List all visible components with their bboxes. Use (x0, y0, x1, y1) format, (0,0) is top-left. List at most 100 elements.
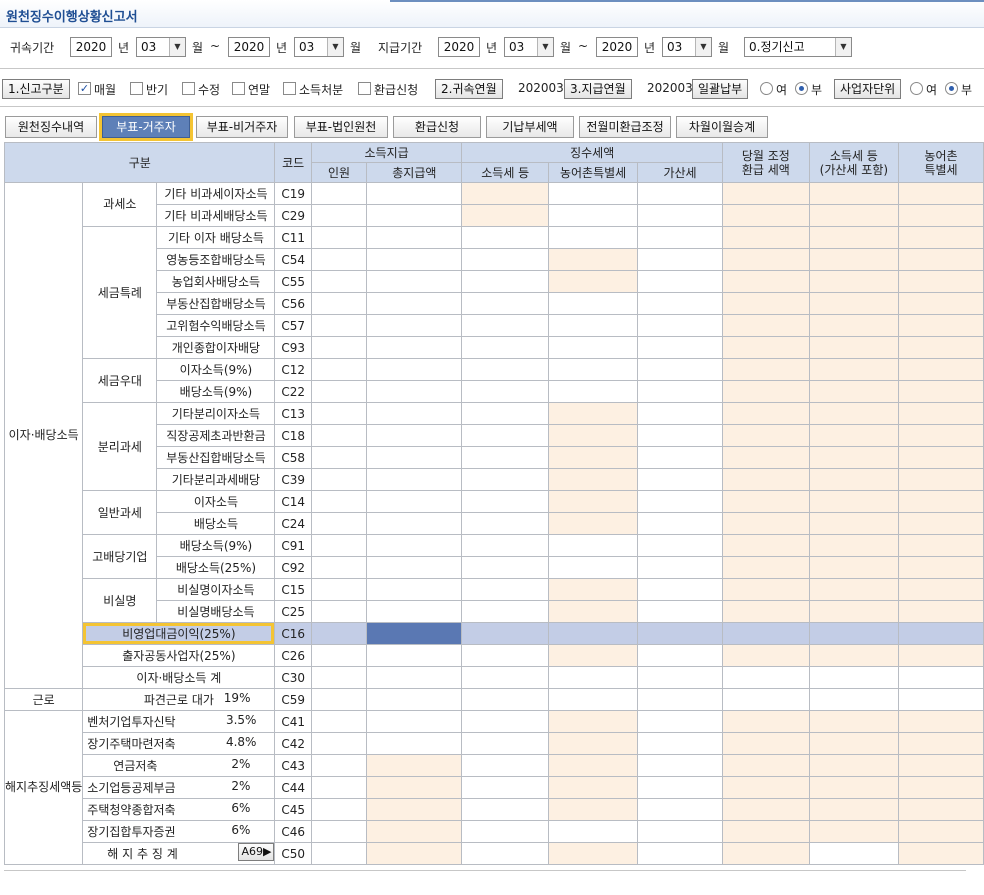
rural-tax-cell[interactable] (548, 600, 639, 623)
adjust-refund-cell[interactable] (722, 314, 810, 337)
adjust-refund-cell[interactable] (722, 622, 810, 645)
paid-tax-cell[interactable] (808, 402, 899, 425)
adjust-refund-cell[interactable] (722, 798, 810, 821)
amend-checkbox[interactable] (182, 82, 195, 95)
persons-cell[interactable] (310, 402, 368, 425)
pay-ym-button[interactable]: 3.지급연월 (564, 79, 632, 99)
rural-tax-cell[interactable] (548, 204, 639, 227)
rural-paid-cell[interactable] (897, 358, 984, 381)
paid-tax-cell[interactable] (808, 578, 899, 601)
rural-paid-cell[interactable] (897, 468, 984, 491)
total-pay-cell[interactable] (366, 292, 463, 315)
penalty-tax-cell[interactable] (637, 182, 723, 205)
total-pay-cell[interactable] (366, 402, 463, 425)
paid-tax-cell[interactable] (808, 248, 899, 271)
tab-prev-month-refund[interactable]: 전월미환급조정 (579, 116, 671, 138)
income-disposal-checkbox[interactable] (283, 82, 296, 95)
persons-cell[interactable] (310, 776, 368, 799)
total-pay-cell[interactable] (366, 512, 463, 535)
persons-cell[interactable] (310, 556, 368, 579)
total-pay-cell[interactable] (366, 336, 463, 359)
income-tax-cell[interactable] (461, 490, 550, 513)
adjust-refund-cell[interactable] (722, 380, 810, 403)
adjust-refund-cell[interactable] (722, 644, 810, 667)
rural-tax-cell[interactable] (548, 798, 639, 821)
lump-payment-button[interactable]: 일괄납부 (692, 79, 749, 99)
paid-tax-cell[interactable] (808, 556, 899, 579)
persons-cell[interactable] (310, 644, 368, 667)
total-pay-cell[interactable] (366, 688, 463, 711)
total-pay-cell[interactable] (366, 622, 463, 645)
total-pay-cell[interactable] (366, 226, 463, 249)
paid-tax-cell[interactable] (808, 446, 899, 469)
paid-tax-cell[interactable] (808, 776, 899, 799)
rural-paid-cell[interactable] (897, 512, 984, 535)
paid-tax-cell[interactable] (808, 336, 899, 359)
income-tax-cell[interactable] (461, 732, 550, 755)
lump-yes-radio[interactable] (760, 82, 773, 95)
paid-tax-cell[interactable] (808, 512, 899, 535)
persons-cell[interactable] (310, 688, 368, 711)
rural-paid-cell[interactable] (897, 776, 984, 799)
lump-no-radio[interactable] (795, 82, 808, 95)
rural-paid-cell[interactable] (897, 490, 984, 513)
total-pay-cell[interactable] (366, 446, 463, 469)
total-pay-cell[interactable] (366, 468, 463, 491)
persons-cell[interactable] (310, 512, 368, 535)
chevron-down-icon[interactable]: ▼ (537, 38, 553, 56)
total-pay-cell[interactable] (366, 182, 463, 205)
persons-cell[interactable] (310, 182, 368, 205)
penalty-tax-cell[interactable] (637, 776, 723, 799)
persons-cell[interactable] (310, 270, 368, 293)
persons-cell[interactable] (310, 578, 368, 601)
rural-paid-cell[interactable] (897, 754, 984, 777)
income-tax-cell[interactable] (461, 754, 550, 777)
rural-tax-cell[interactable] (548, 776, 639, 799)
paid-tax-cell[interactable] (808, 226, 899, 249)
total-pay-cell[interactable] (366, 776, 463, 799)
penalty-tax-cell[interactable] (637, 600, 723, 623)
rural-tax-cell[interactable] (548, 446, 639, 469)
paid-tax-cell[interactable] (808, 732, 899, 755)
income-tax-cell[interactable] (461, 270, 550, 293)
penalty-tax-cell[interactable] (637, 820, 723, 843)
persons-cell[interactable] (310, 292, 368, 315)
adjust-refund-cell[interactable] (722, 182, 810, 205)
persons-cell[interactable] (310, 820, 368, 843)
rural-tax-cell[interactable] (548, 512, 639, 535)
rural-paid-cell[interactable] (897, 446, 984, 469)
income-tax-cell[interactable] (461, 446, 550, 469)
chevron-down-icon[interactable]: ▼ (835, 38, 851, 56)
rural-paid-cell[interactable] (897, 578, 984, 601)
attr-to-year-input[interactable]: 2020 (228, 37, 270, 57)
rural-tax-cell[interactable] (548, 754, 639, 777)
rural-paid-cell[interactable] (897, 622, 984, 645)
persons-cell[interactable] (310, 204, 368, 227)
rural-paid-cell[interactable] (897, 820, 984, 843)
paid-tax-cell[interactable] (808, 820, 899, 843)
penalty-tax-cell[interactable] (637, 688, 723, 711)
penalty-tax-cell[interactable] (637, 270, 723, 293)
report-type-select[interactable]: 0.정기신고 ▼ (744, 37, 852, 57)
total-pay-cell[interactable] (366, 380, 463, 403)
total-pay-cell[interactable] (366, 732, 463, 755)
total-pay-cell[interactable] (366, 754, 463, 777)
penalty-tax-cell[interactable] (637, 644, 723, 667)
adjust-refund-cell[interactable] (722, 468, 810, 491)
refund-apply-checkbox[interactable] (358, 82, 371, 95)
chevron-down-icon[interactable]: ▼ (327, 38, 343, 56)
attr-from-year-input[interactable]: 2020 (70, 37, 112, 57)
income-tax-cell[interactable] (461, 688, 550, 711)
rural-tax-cell[interactable] (548, 820, 639, 843)
rural-paid-cell[interactable] (897, 336, 984, 359)
tab-corporate-schedule[interactable]: 부표-법인원천 (294, 116, 388, 138)
rural-paid-cell[interactable] (897, 688, 984, 711)
monthly-checkbox[interactable]: ✓ (78, 82, 91, 95)
tab-withholding-details[interactable]: 원천징수내역 (5, 116, 97, 138)
rural-paid-cell[interactable] (897, 424, 984, 447)
tab-resident-schedule[interactable]: 부표-거주자 (102, 116, 190, 138)
rural-tax-cell[interactable] (548, 732, 639, 755)
income-tax-cell[interactable] (461, 204, 550, 227)
paid-tax-cell[interactable] (808, 490, 899, 513)
persons-cell[interactable] (310, 534, 368, 557)
